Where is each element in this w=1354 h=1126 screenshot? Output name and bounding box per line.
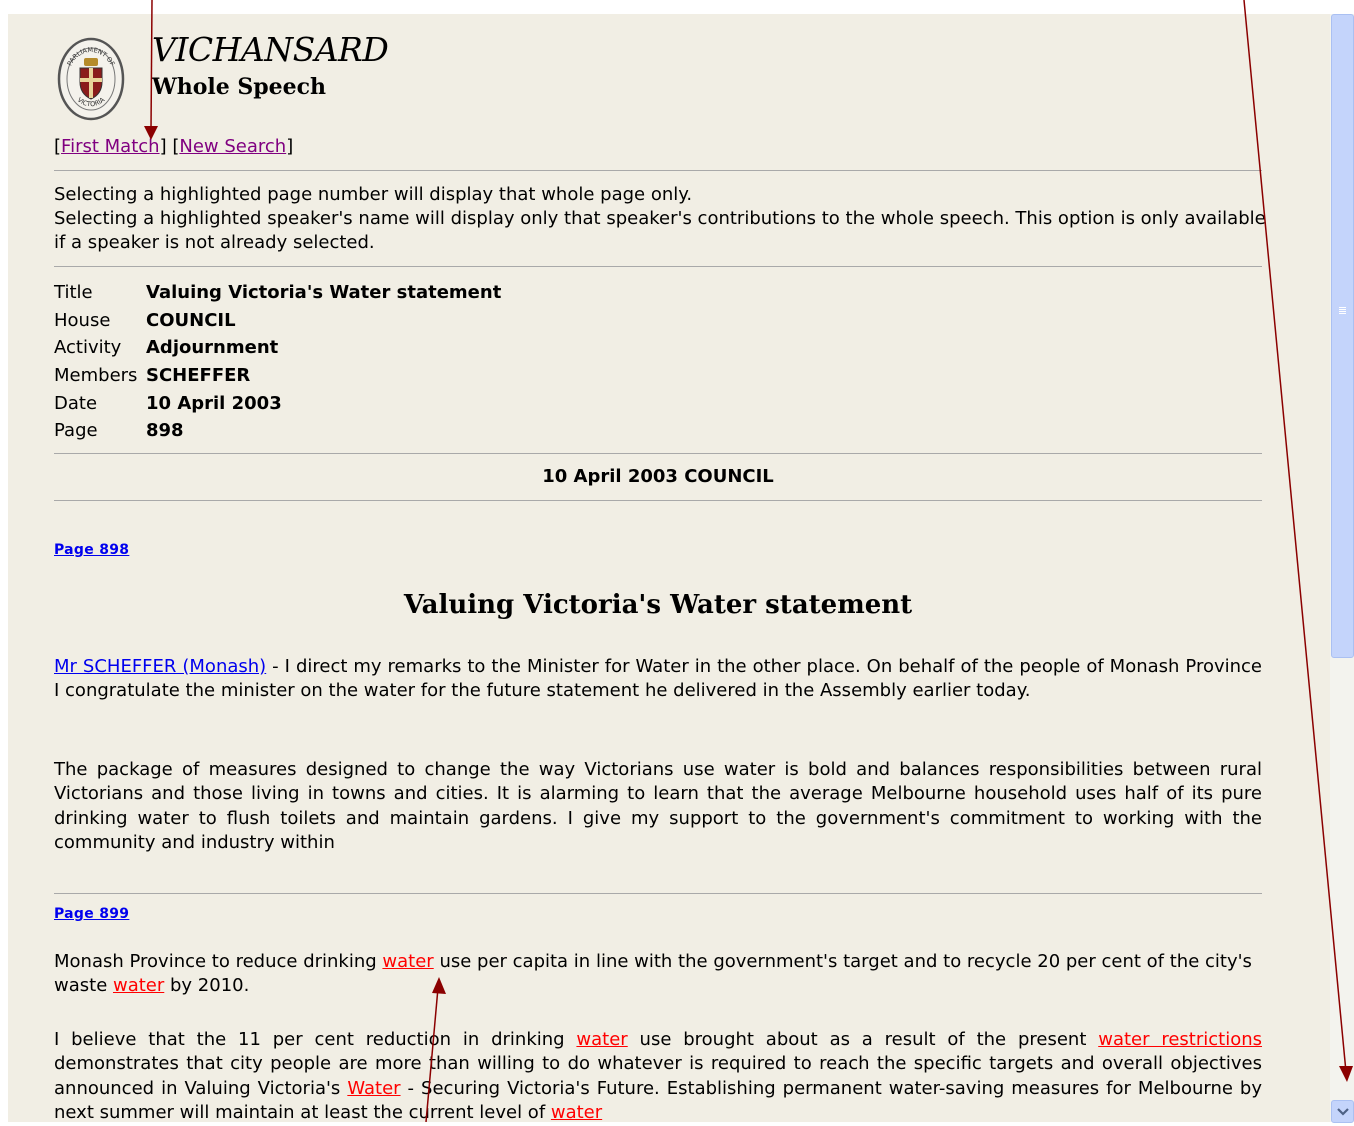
speech-paragraph: The package of measures designed to chan…: [54, 759, 1262, 854]
meta-label: Members: [54, 365, 138, 387]
speech-paragraph: I believe that the 11 per cent reduction…: [54, 1029, 1263, 1124]
divider: [54, 453, 1262, 454]
meta-row-activity: Activity Adjournment: [54, 334, 501, 362]
meta-label: Title: [54, 282, 93, 304]
speech-metadata-table: Title Valuing Victoria's Water statement …: [54, 279, 501, 445]
search-hit[interactable]: water restrictions: [1098, 1029, 1262, 1050]
new-search-link[interactable]: New Search: [179, 136, 286, 157]
divider: [54, 500, 1262, 501]
instruction-line: Selecting a highlighted speaker's name w…: [54, 208, 1266, 253]
speaker-link[interactable]: Mr SCHEFFER (Monash): [54, 656, 266, 677]
search-hit[interactable]: water: [382, 951, 433, 972]
search-hit[interactable]: water: [551, 1102, 602, 1123]
meta-row-house: House COUNCIL: [54, 307, 501, 335]
meta-value: 898: [146, 420, 184, 442]
page-subtitle: Whole Speech: [152, 74, 327, 100]
speech-paragraph: Monash Province to reduce drinking water…: [54, 951, 1252, 997]
meta-row-members: Members SCHEFFER: [54, 362, 501, 390]
first-match-link[interactable]: First Match: [61, 136, 160, 157]
chevron-down-icon: [1336, 1107, 1349, 1116]
parliament-seal-logo: PARLIAMENT OF VICTORIA: [57, 37, 125, 121]
grip-icon: [1339, 307, 1346, 315]
speech-title: Valuing Victoria's Water statement: [403, 590, 913, 620]
vertical-scrollbar[interactable]: [1330, 14, 1354, 1123]
scrollbar-thumb[interactable]: [1331, 14, 1354, 658]
meta-value: 10 April 2003: [146, 392, 282, 414]
meta-value: Valuing Victoria's Water statement: [146, 282, 502, 304]
speech-paragraph: Mr SCHEFFER (Monash) - I direct my remar…: [54, 656, 1262, 702]
search-hit[interactable]: Water: [347, 1078, 400, 1099]
page-link-899[interactable]: Page 899: [54, 906, 129, 922]
meta-label: Activity: [54, 337, 122, 359]
scroll-down-button[interactable]: [1331, 1100, 1354, 1123]
meta-value: COUNCIL: [146, 309, 236, 331]
meta-row-date: Date 10 April 2003: [54, 389, 501, 417]
nav-bar: [First Match] [New Search]: [54, 136, 294, 157]
date-house-heading: 10 April 2003 COUNCIL: [542, 466, 774, 487]
meta-row-title: Title Valuing Victoria's Water statement: [54, 279, 501, 307]
search-hit[interactable]: water: [113, 975, 164, 996]
site-title: VICHANSARD: [152, 30, 389, 69]
search-hit[interactable]: water: [576, 1029, 627, 1050]
meta-value: SCHEFFER: [146, 365, 251, 387]
page-link-898[interactable]: Page 898: [54, 542, 129, 558]
instruction-line: Selecting a highlighted page number will…: [54, 184, 693, 205]
divider: [54, 893, 1262, 894]
instructions: Selecting a highlighted page number will…: [54, 183, 1266, 255]
meta-row-page: Page 898: [54, 417, 501, 445]
divider: [54, 266, 1262, 267]
meta-label: Date: [54, 392, 98, 414]
divider: [54, 170, 1262, 171]
meta-label: Page: [54, 420, 98, 442]
meta-label: House: [54, 309, 111, 331]
meta-value: Adjournment: [146, 337, 279, 359]
